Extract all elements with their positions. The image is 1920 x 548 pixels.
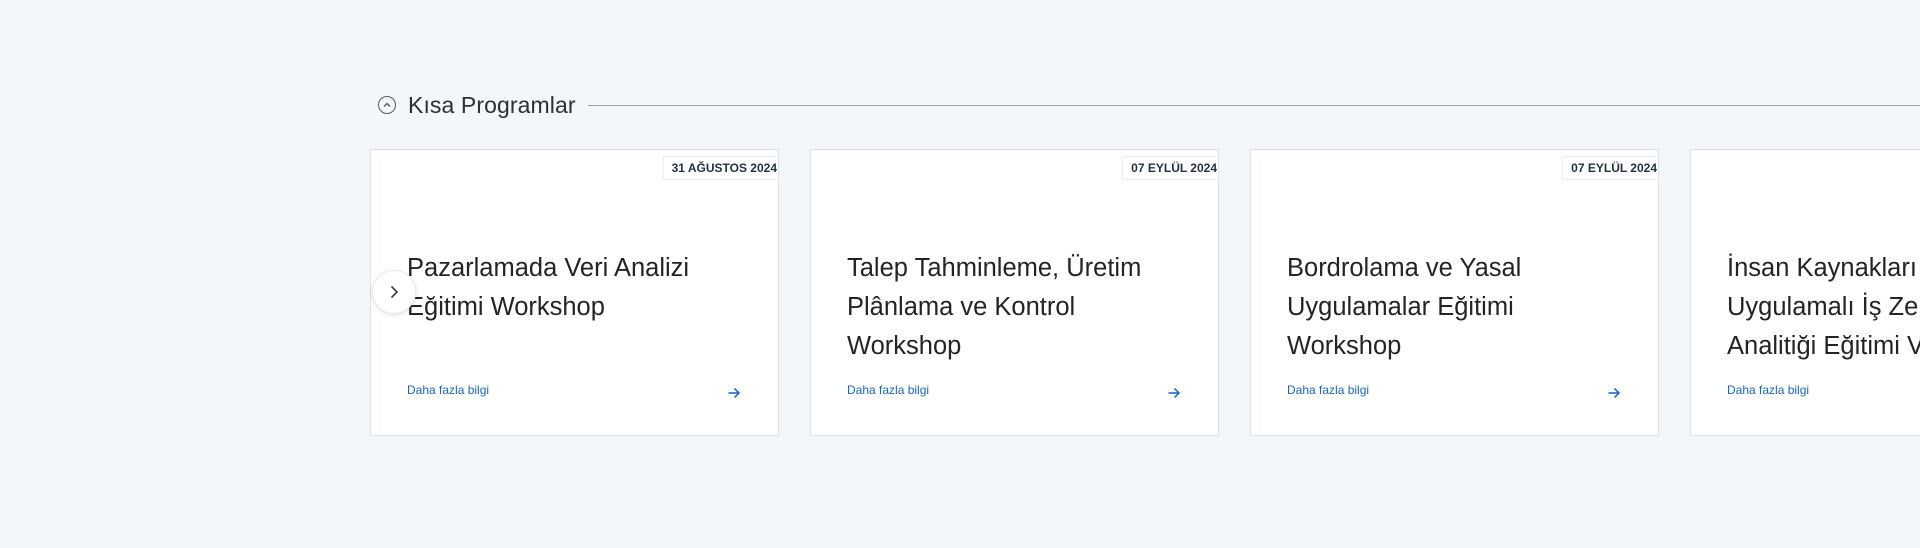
date-badge: 07 EYLÜL 2024 (1562, 156, 1658, 180)
card-title-line: Pazarlamada Veri Analizi (407, 254, 690, 282)
short-programs-section: Kısa Programlar 31 AĞUSTOS 2024 Pazarlam… (370, 0, 1920, 548)
section-header: Kısa Programlar (378, 90, 1920, 120)
card-title-line: İnsan Kaynakları (1727, 254, 1917, 282)
card-title-line: Eğitimi Workshop (407, 293, 605, 321)
card-title-line: Talep Tahminleme, Üretim (847, 254, 1142, 282)
card-title: İnsan Kaynakları Uygulamalı İş Ze Analit… (1727, 249, 1920, 366)
card-title-line: Workshop (847, 332, 962, 360)
card-title: Bordrolama ve Yasal Uygulamalar Eğitimi … (1287, 249, 1647, 366)
card-title-line: Plânlama ve Kontrol (847, 293, 1076, 321)
card-title: Pazarlamada Veri Analizi Eğitimi Worksho… (407, 249, 767, 327)
arrow-right-icon[interactable] (1606, 385, 1622, 401)
divider (587, 104, 1920, 106)
more-info-link[interactable]: Daha fazla bilgi (1727, 383, 1809, 397)
arrow-right-icon[interactable] (1166, 385, 1182, 401)
card-title-line: Bordrolama ve Yasal (1287, 254, 1522, 282)
program-card[interactable]: İnsan Kaynakları Uygulamalı İş Ze Analit… (1690, 149, 1920, 436)
program-card[interactable]: 07 EYLÜL 2024 Bordrolama ve Yasal Uygula… (1250, 149, 1659, 436)
carousel-nav-button[interactable] (372, 270, 416, 314)
more-info-link[interactable]: Daha fazla bilgi (847, 383, 929, 397)
date-badge: 07 EYLÜL 2024 (1122, 156, 1218, 180)
chevron-right-icon (390, 285, 399, 299)
arrow-right-icon[interactable] (726, 385, 742, 401)
program-card[interactable]: 07 EYLÜL 2024 Talep Tahminleme, Üretim P… (810, 149, 1219, 436)
card-title-line: Uygulamalar Eğitimi (1287, 293, 1514, 321)
chevron-up-circle-icon[interactable] (378, 96, 396, 114)
more-info-link[interactable]: Daha fazla bilgi (1287, 383, 1369, 397)
carousel-track: 31 AĞUSTOS 2024 Pazarlamada Veri Analizi… (370, 149, 1920, 438)
card-title-line: Uygulamalı İş Ze (1727, 293, 1919, 321)
date-badge: 31 AĞUSTOS 2024 (662, 156, 778, 180)
card-title-line: Analitiği Eğitimi V (1727, 332, 1920, 360)
more-info-link[interactable]: Daha fazla bilgi (407, 383, 489, 397)
section-title: Kısa Programlar (408, 91, 576, 118)
program-card[interactable]: 31 AĞUSTOS 2024 Pazarlamada Veri Analizi… (370, 149, 779, 436)
card-title-line: Workshop (1287, 332, 1402, 360)
card-title: Talep Tahminleme, Üretim Plânlama ve Kon… (847, 249, 1207, 366)
